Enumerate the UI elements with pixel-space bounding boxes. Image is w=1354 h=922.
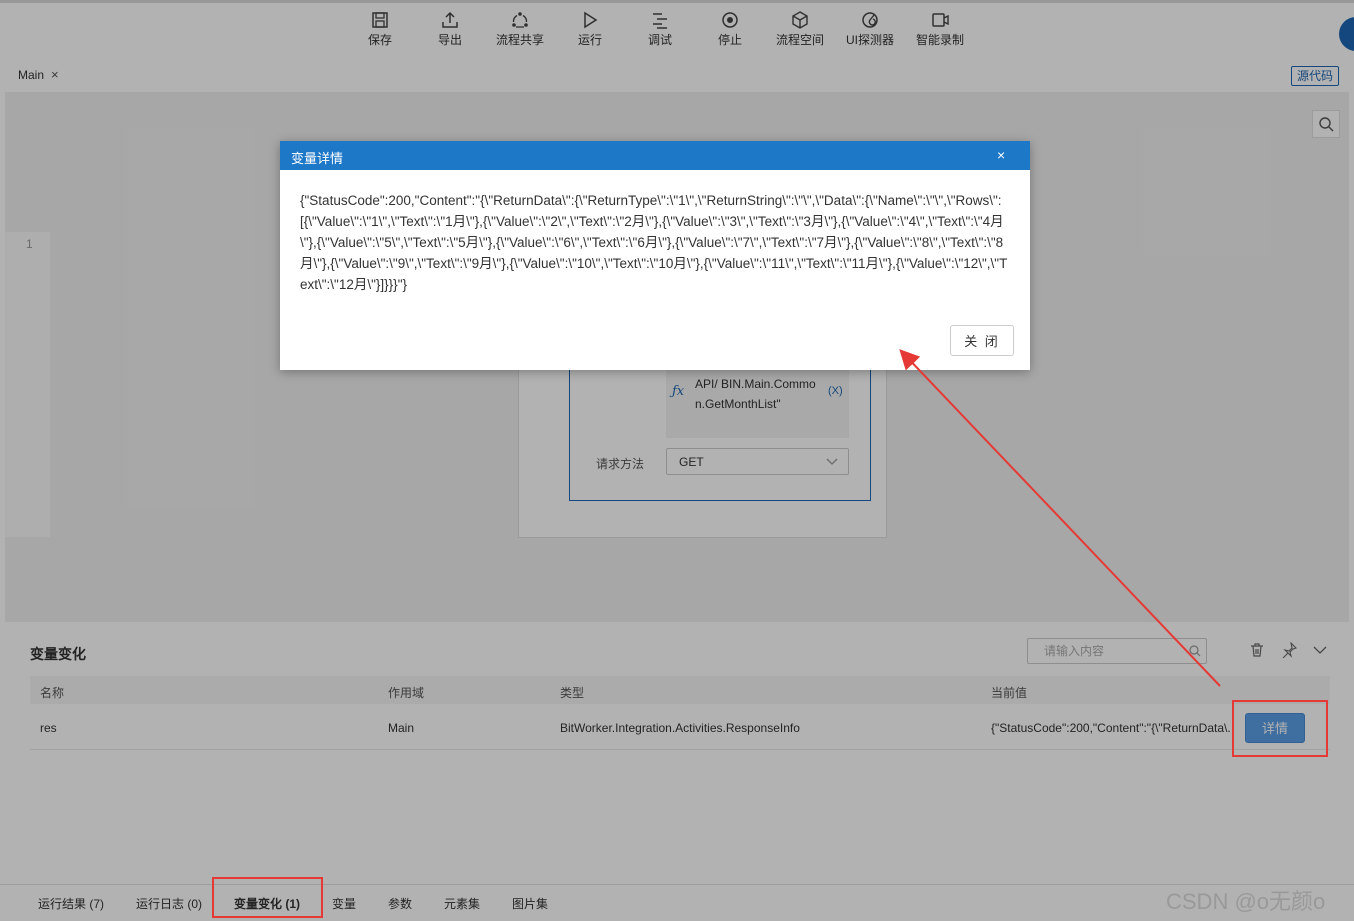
watermark-text: CSDN @o无颜o — [1166, 889, 1326, 914]
highlight-box — [1232, 700, 1328, 757]
dialog-title: 变量详情 — [291, 151, 344, 166]
highlight-box — [212, 877, 323, 918]
dialog-content: {"StatusCode":200,"Content":"{\"ReturnDa… — [300, 193, 1008, 292]
close-icon[interactable]: × — [997, 147, 1005, 163]
dialog-header — [280, 141, 1030, 170]
close-button[interactable]: 关 闭 — [950, 325, 1014, 356]
modal-overlay — [0, 0, 1354, 921]
